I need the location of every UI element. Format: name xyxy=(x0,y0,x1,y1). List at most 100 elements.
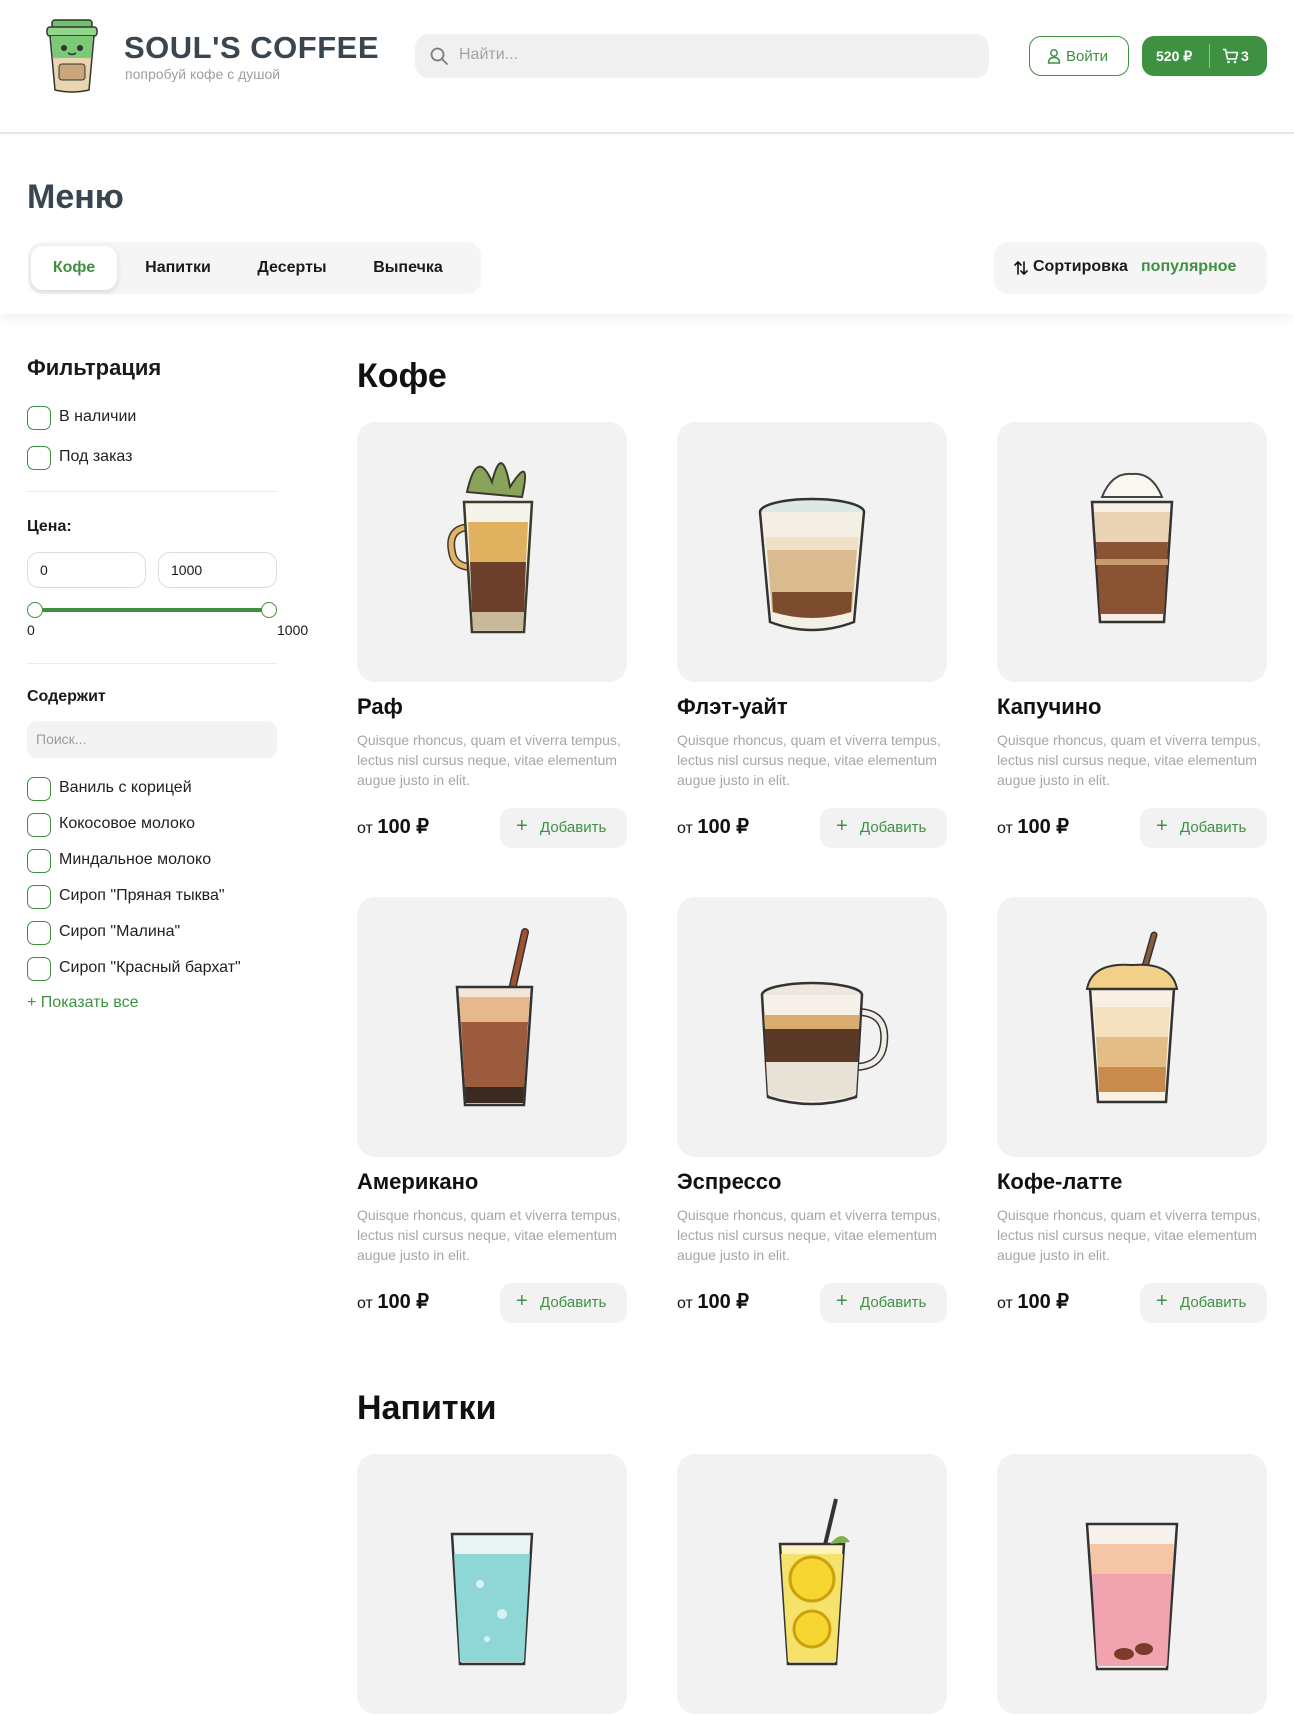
plus-icon: + xyxy=(836,1290,848,1312)
price-prefix: от xyxy=(997,820,1013,837)
brand-tagline: попробуй кофе с душой xyxy=(125,66,281,82)
latte-glass-icon xyxy=(1085,931,1179,1104)
americano-glass-icon xyxy=(455,928,534,1107)
price-min-input[interactable]: 0 xyxy=(27,552,146,588)
add-to-cart-button[interactable]: + Добавить xyxy=(820,808,947,848)
search-icon xyxy=(430,47,448,65)
tab-desserts[interactable]: Десерты xyxy=(240,246,344,290)
tab-coffee[interactable]: Кофе xyxy=(31,246,117,290)
price-value: 100 ₽ xyxy=(697,1291,749,1313)
slider-min-label: 0 xyxy=(27,622,35,638)
plus-icon: + xyxy=(516,1290,528,1312)
tab-drinks[interactable]: Напитки xyxy=(126,246,230,290)
search-input[interactable]: Найти... xyxy=(415,34,989,78)
search-placeholder: Найти... xyxy=(459,46,518,63)
price-slider-track[interactable] xyxy=(35,608,269,612)
price-prefix: от xyxy=(357,1295,373,1312)
product-image[interactable] xyxy=(357,422,627,682)
product-price: от 100 ₽ xyxy=(677,1289,749,1314)
checkbox[interactable] xyxy=(27,957,51,981)
product-image[interactable] xyxy=(357,897,627,1157)
divider xyxy=(27,491,277,492)
berry-tea-glass-icon xyxy=(1085,1522,1179,1671)
product-image[interactable] xyxy=(677,422,947,682)
checkbox[interactable] xyxy=(27,813,51,837)
product-price: от 100 ₽ xyxy=(677,814,749,839)
price-slider-min-handle[interactable] xyxy=(27,602,43,618)
add-to-cart-button[interactable]: + Добавить xyxy=(820,1283,947,1323)
user-icon xyxy=(1047,49,1061,64)
raf-glass-icon xyxy=(447,462,534,634)
plus-icon: + xyxy=(1156,1290,1168,1312)
add-to-cart-button[interactable]: + Добавить xyxy=(1140,1283,1267,1323)
show-all-link[interactable]: + Показать все xyxy=(27,994,138,1012)
product-image[interactable] xyxy=(997,422,1267,682)
brand-name[interactable]: SOUL'S COFFEE xyxy=(124,30,379,66)
product-price: от 100 ₽ xyxy=(357,814,429,839)
price-value: 100 ₽ xyxy=(1017,1291,1069,1313)
slider-max-label: 1000 xyxy=(277,622,309,638)
sort-value: популярное xyxy=(1141,258,1237,275)
product-description: Quisque rhoncus, quam et viverra tempus,… xyxy=(357,732,621,788)
checkbox-label: Под заказ xyxy=(59,448,133,465)
price-max-input[interactable]: 1000 xyxy=(158,552,277,588)
product-image[interactable] xyxy=(997,897,1267,1157)
add-to-cart-button[interactable]: + Добавить xyxy=(1140,808,1267,848)
product-image[interactable] xyxy=(677,1454,947,1714)
product-name: Американо xyxy=(357,1169,479,1194)
checkbox[interactable] xyxy=(27,777,51,801)
checkbox-label: В наличии xyxy=(59,408,137,425)
tab-pastry[interactable]: Выпечка xyxy=(354,246,462,290)
product-image[interactable] xyxy=(997,1454,1267,1714)
login-button[interactable]: Войти xyxy=(1029,36,1129,76)
product-name: Раф xyxy=(357,694,403,719)
price-prefix: от xyxy=(357,820,373,837)
cart-total: 520 ₽ xyxy=(1156,48,1193,64)
water-glass-icon xyxy=(450,1532,534,1666)
checkbox-label: Кокосовое молоко xyxy=(59,815,195,832)
product-description: Quisque rhoncus, quam et viverra tempus,… xyxy=(677,732,941,788)
add-to-cart-button[interactable]: + Добавить xyxy=(500,1283,627,1323)
add-to-cart-button[interactable]: + Добавить xyxy=(500,808,627,848)
checkbox-label: Ваниль с корицей xyxy=(59,779,192,796)
checkbox[interactable] xyxy=(27,446,51,470)
product-description: Quisque rhoncus, quam et viverra tempus,… xyxy=(997,1207,1261,1263)
add-label: Добавить xyxy=(1180,819,1247,836)
checkbox-label: Миндальное молоко xyxy=(59,851,212,868)
price-slider-max-handle[interactable] xyxy=(261,602,277,618)
flat-white-glass-icon xyxy=(758,497,866,632)
cart-button[interactable]: 520 ₽ 3 xyxy=(1142,36,1267,76)
menu-topbar: Меню Кофе Напитки Десерты Выпечка Сортир… xyxy=(0,136,1294,314)
price-value: 100 ₽ xyxy=(1017,816,1069,838)
checkbox[interactable] xyxy=(27,885,51,909)
price-prefix: от xyxy=(677,1295,693,1312)
sort-arrows-icon xyxy=(1014,261,1028,275)
plus-icon: + xyxy=(1156,815,1168,837)
add-label: Добавить xyxy=(1180,1294,1247,1311)
price-prefix: от xyxy=(677,820,693,837)
espresso-mug-icon xyxy=(760,981,889,1106)
plus-icon: + xyxy=(836,815,848,837)
checkbox[interactable] xyxy=(27,406,51,430)
add-label: Добавить xyxy=(860,819,927,836)
contains-search-input[interactable]: Поиск... xyxy=(27,721,277,758)
plus-icon: + xyxy=(516,815,528,837)
product-name: Кофе-латте xyxy=(997,1169,1123,1194)
product-price: от 100 ₽ xyxy=(997,814,1069,839)
product-name: Флэт-уайт xyxy=(677,694,788,719)
product-image[interactable] xyxy=(357,1454,627,1714)
lemonade-glass-icon xyxy=(778,1498,850,1666)
site-header: SOUL'S COFFEE попробуй кофе с душой Найт… xyxy=(0,0,1294,134)
checkbox[interactable] xyxy=(27,921,51,945)
product-name: Капучино xyxy=(997,694,1102,719)
sort-button[interactable]: Сортировка популярное xyxy=(994,242,1267,294)
sort-label: Сортировка xyxy=(1033,258,1128,275)
category-tabs: Кофе Напитки Десерты Выпечка xyxy=(28,242,481,294)
logo-cup-icon[interactable] xyxy=(42,18,102,94)
price-value: 100 ₽ xyxy=(377,816,429,838)
checkbox-label: Сироп "Малина" xyxy=(59,923,181,940)
checkbox[interactable] xyxy=(27,849,51,873)
checkbox-label: Сироп "Пряная тыква" xyxy=(59,887,225,904)
price-value: 100 ₽ xyxy=(697,816,749,838)
product-image[interactable] xyxy=(677,897,947,1157)
